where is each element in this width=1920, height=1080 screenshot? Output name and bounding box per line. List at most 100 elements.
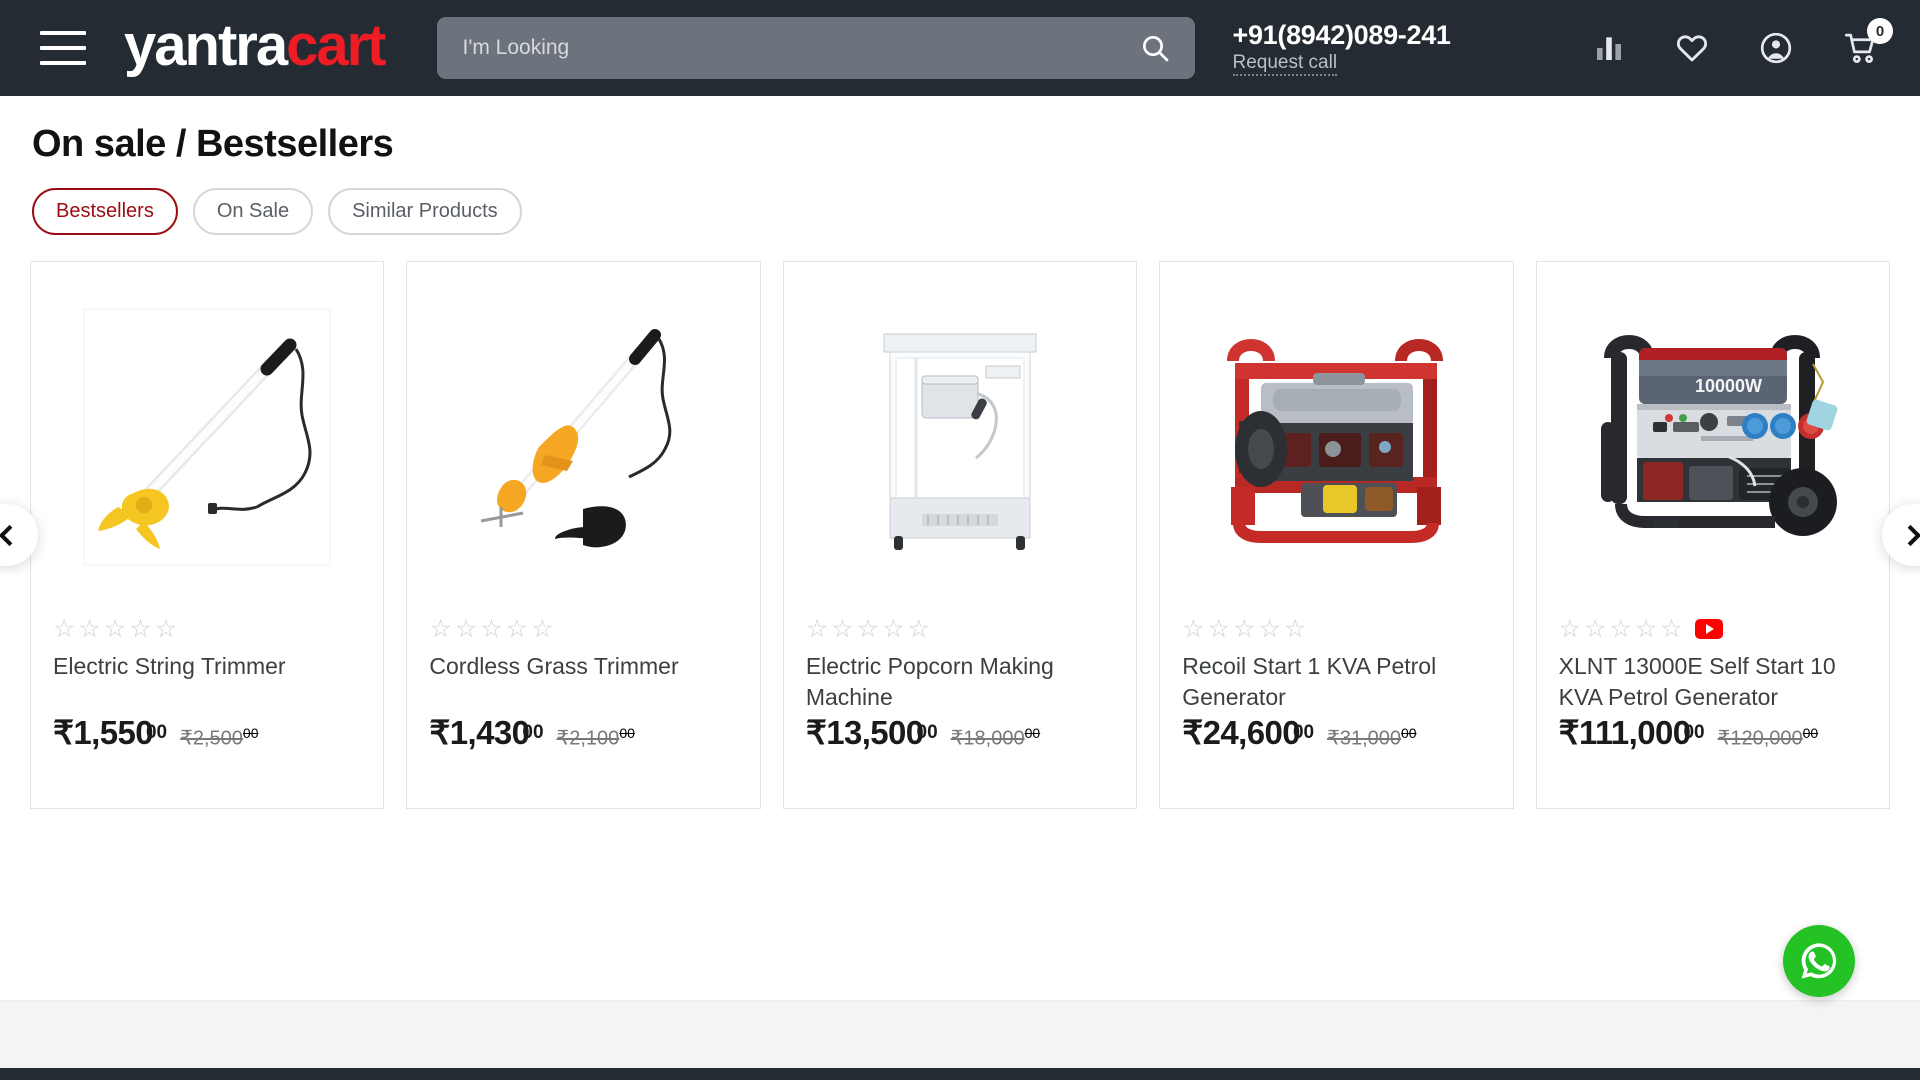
main-content: On sale / Bestsellers Bestsellers On Sal… (0, 96, 1920, 809)
current-price-group: ₹1,43000 (429, 713, 543, 752)
old-price-cents: 00 (1802, 724, 1819, 741)
star-icon: ☆ (1182, 614, 1205, 643)
account-button[interactable] (1758, 30, 1794, 66)
star-icon: ☆ (154, 614, 178, 643)
user-circle-icon (1760, 32, 1792, 64)
product-image: 10000W (1559, 298, 1867, 576)
old-price-cents: 00 (1024, 724, 1041, 741)
cordless-grass-trimmer-icon (480, 329, 671, 548)
filter-tabs: Bestsellers On Sale Similar Products (30, 188, 1890, 235)
price-row: ₹1,43000 ₹2,10000 (429, 713, 737, 752)
product-image (429, 298, 737, 576)
star-icon: ☆ (129, 614, 152, 643)
star-icon: ☆ (1609, 614, 1632, 643)
star-icon: ☆ (1634, 614, 1658, 643)
star-icon: ☆ (1660, 614, 1683, 643)
popcorn-machine-icon (883, 333, 1037, 551)
old-price: ₹18,000 (950, 727, 1025, 749)
site-logo[interactable]: yantracart (124, 17, 387, 75)
cart-button[interactable]: 0 (1842, 18, 1893, 66)
product-card[interactable]: ☆ ☆ ☆ ☆ ☆ Electric String Trimmer ₹1,550… (30, 261, 385, 809)
star-icon: ☆ (907, 614, 930, 643)
current-price-group: ₹111,00000 (1559, 713, 1705, 752)
burger-line (40, 46, 86, 50)
product-grid: ☆ ☆ ☆ ☆ ☆ Electric String Trimmer ₹1,550… (30, 261, 1891, 809)
page-title: On sale / Bestsellers (32, 123, 394, 165)
old-price-group: ₹31,00000 (1327, 725, 1416, 750)
current-price-group: ₹13,50000 (806, 713, 938, 752)
old-price-group: ₹2,10000 (557, 725, 635, 750)
logo-part-accent: cart (286, 13, 386, 78)
star-icon: ☆ (505, 614, 529, 643)
old-price-group: ₹2,50000 (180, 725, 258, 750)
header-icon-group: 0 (1592, 18, 1896, 66)
current-price-cents: 00 (1292, 721, 1315, 743)
current-price-cents: 00 (1683, 721, 1705, 743)
search-input[interactable] (462, 36, 1135, 60)
rating-stars: ☆ ☆ ☆ ☆ ☆ (1182, 616, 1490, 642)
rating-stars: ☆ ☆ ☆ ☆ ☆ (806, 616, 1114, 642)
logo-part-primary: yantra (124, 13, 288, 78)
old-price-cents: 00 (1401, 724, 1417, 741)
product-name: Electric Popcorn Making Machine (805, 653, 1054, 710)
search-icon (1142, 36, 1168, 62)
current-price-cents: 00 (916, 721, 938, 743)
search-button[interactable] (1135, 28, 1175, 68)
star-icon: ☆ (1584, 614, 1607, 643)
whatsapp-icon (1801, 943, 1837, 979)
star-icon: ☆ (454, 614, 478, 643)
contact-block: +91(8942)089-241 Request call (1232, 20, 1451, 76)
current-price: ₹13,500 (805, 714, 924, 751)
tab-on-sale[interactable]: On Sale (192, 188, 314, 235)
product-name: Recoil Start 1 KVA Petrol Generator (1182, 653, 1437, 710)
burger-line (40, 31, 86, 35)
price-row: ₹13,50000 ₹18,00000 (806, 713, 1114, 752)
star-icon: ☆ (1283, 614, 1307, 643)
star-icon: ☆ (1233, 614, 1256, 643)
compare-button[interactable] (1592, 32, 1626, 64)
request-call-link[interactable]: Request call (1232, 52, 1338, 76)
play-triangle-icon (1705, 624, 1714, 635)
current-price: ₹24,600 (1182, 714, 1300, 751)
wishlist-button[interactable] (1674, 31, 1710, 65)
phone-number[interactable]: +91(8942)089-241 (1233, 20, 1451, 51)
price-row: ₹1,55000 ₹2,50000 (53, 713, 361, 752)
svg-text:10000W: 10000W (1695, 376, 1762, 396)
product-image (1182, 298, 1490, 576)
star-icon: ☆ (856, 614, 880, 643)
product-card[interactable]: ☆ ☆ ☆ ☆ ☆ Recoil Start 1 KVA Petrol Gene… (1159, 261, 1514, 809)
star-icon: ☆ (480, 614, 503, 643)
product-carousel: ☆ ☆ ☆ ☆ ☆ Electric String Trimmer ₹1,550… (0, 261, 1920, 809)
product-card[interactable]: ☆ ☆ ☆ ☆ ☆ Electric Popcorn Making Machin… (782, 261, 1138, 809)
star-icon: ☆ (1207, 614, 1231, 643)
youtube-video-icon[interactable] (1694, 619, 1723, 640)
footer-band (0, 1000, 1920, 1068)
product-image (806, 298, 1114, 576)
tab-bestsellers[interactable]: Bestsellers (32, 188, 178, 235)
star-icon: ☆ (78, 614, 101, 643)
star-icon: ☆ (53, 614, 76, 643)
hamburger-menu-icon[interactable] (40, 31, 86, 65)
whatsapp-chat-button[interactable] (1783, 925, 1855, 997)
footer-dark-strip (0, 1068, 1920, 1080)
old-price-cents: 00 (619, 724, 635, 741)
old-price: ₹2,100 (556, 727, 620, 749)
current-price: ₹1,430 (429, 714, 530, 751)
product-name: XLNT 13000E Self Start 10 KVA Petrol Gen… (1558, 653, 1836, 710)
burger-line (40, 61, 86, 65)
star-icon: ☆ (103, 614, 127, 643)
price-row: ₹24,60000 ₹31,00000 (1182, 713, 1490, 752)
rating-stars: ☆ ☆ ☆ ☆ ☆ (53, 616, 361, 642)
star-icon: ☆ (531, 614, 554, 643)
rating-stars: ☆ ☆ ☆ ☆ ☆ (1559, 616, 1867, 642)
site-header: yantracart +91(8942)089-241 Request call (0, 0, 1920, 96)
product-card[interactable]: 10000W ☆ ☆ ☆ ☆ ☆ XLNT 13000E Self Start … (1535, 261, 1891, 809)
compare-icon (1597, 37, 1621, 60)
product-card[interactable]: ☆ ☆ ☆ ☆ ☆ Cordless Grass Trimmer ₹1,4300… (406, 261, 761, 809)
current-price-cents: 00 (145, 721, 168, 743)
search-bar[interactable] (436, 17, 1195, 79)
old-price-group: ₹120,00000 (1718, 725, 1819, 750)
tab-similar-products[interactable]: Similar Products (328, 188, 522, 235)
price-row: ₹111,00000 ₹120,00000 (1559, 713, 1867, 752)
old-price: ₹31,000 (1327, 727, 1401, 749)
